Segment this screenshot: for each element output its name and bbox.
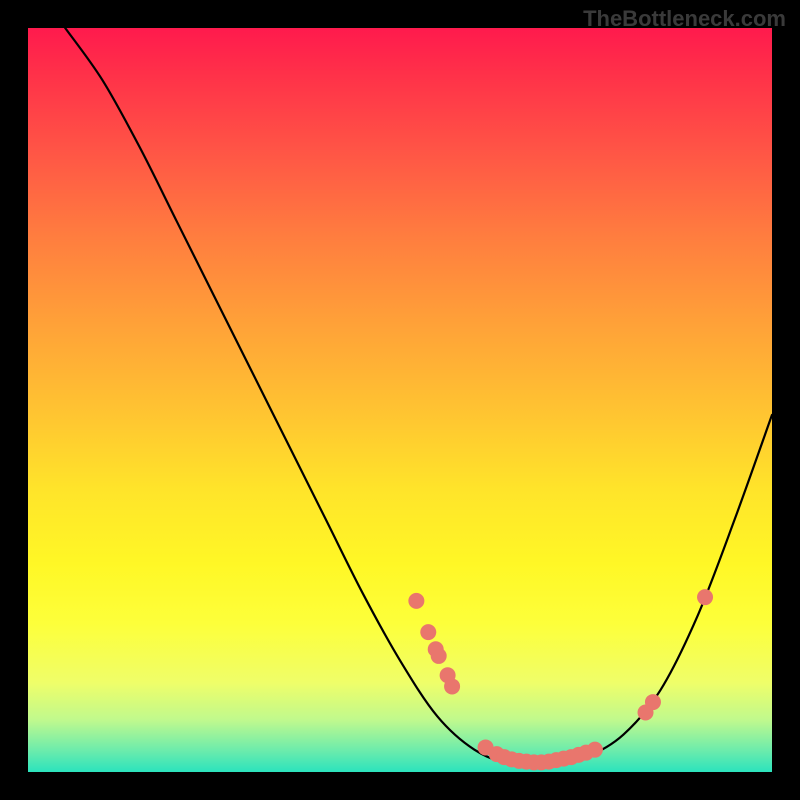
stage: TheBottleneck.com [0, 0, 800, 800]
data-marker [431, 648, 447, 664]
chart-plot-area [28, 28, 772, 772]
bottleneck-curve [65, 28, 772, 766]
data-marker [697, 589, 713, 605]
data-marker [408, 593, 424, 609]
data-marker [420, 624, 436, 640]
data-marker [645, 694, 661, 710]
chart-svg [28, 28, 772, 772]
data-marker [444, 678, 460, 694]
data-marker [587, 742, 603, 758]
